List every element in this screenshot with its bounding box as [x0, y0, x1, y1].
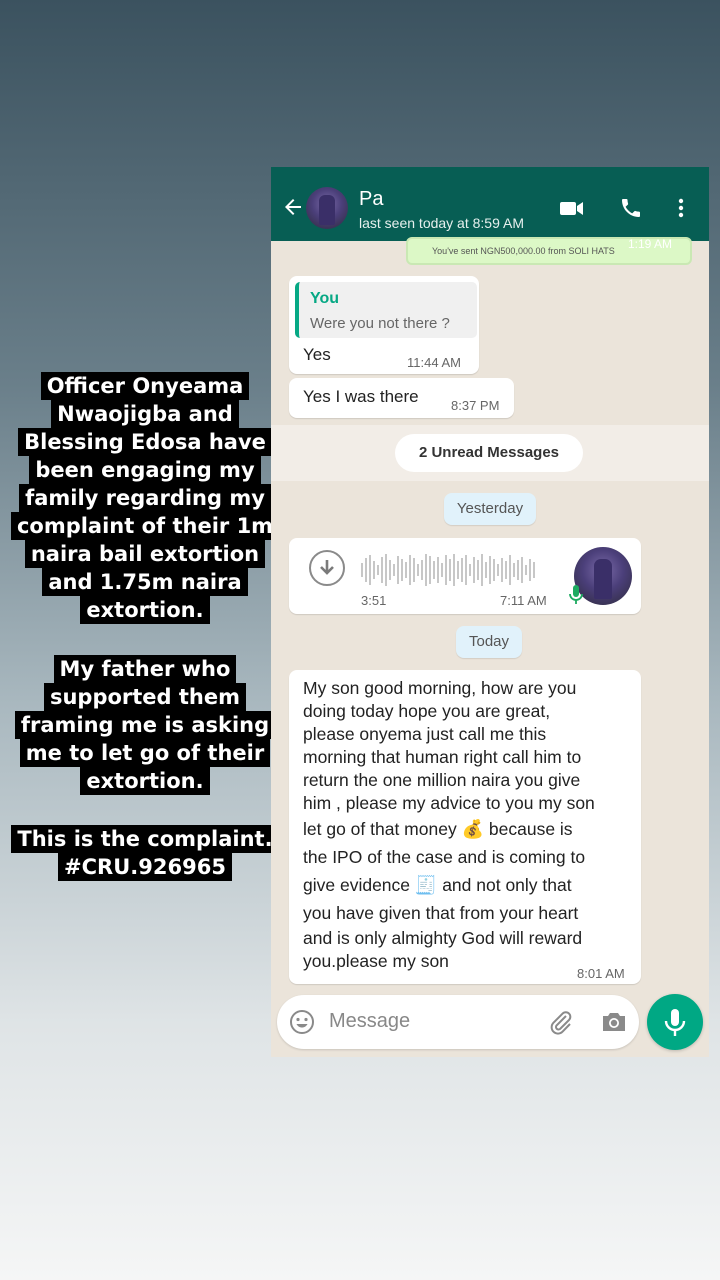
caption-line: Blessing Edosa have	[0, 428, 290, 456]
message-line: return the one million naira you give	[303, 770, 581, 790]
quote-author: You	[310, 290, 340, 307]
mic-icon	[664, 1009, 686, 1036]
caption-line: extortion.	[0, 767, 290, 795]
caption-line: and 1.75m naira	[0, 568, 290, 596]
outgoing-message-partial[interactable]: You've sent NGN500,000.00 from SOLI HATS…	[406, 237, 692, 265]
message-line: and is only almighty God will reward	[303, 928, 583, 948]
caption-line: supported them	[0, 683, 290, 711]
message-line: doing today hope you are great,	[303, 701, 551, 721]
message-line: please onyema just call me this	[303, 724, 547, 744]
message-line: let go of that money 💰 because is	[303, 819, 573, 839]
message-text: Yes	[303, 345, 331, 364]
incoming-long-message[interactable]: My son good morning, how are you doing t…	[289, 670, 641, 984]
more-options-icon[interactable]	[671, 196, 691, 220]
quoted-message[interactable]: You Were you not there ?	[295, 282, 477, 338]
back-arrow-icon[interactable]	[281, 195, 305, 219]
voice-duration: 3:51	[361, 593, 387, 608]
chat-area: You've sent NGN500,000.00 from SOLI HATS…	[271, 237, 709, 1057]
message-time: 11:44 AM	[407, 355, 461, 370]
status-bar	[271, 167, 709, 175]
caption-line: family regarding my	[0, 484, 290, 512]
voice-record-button[interactable]	[647, 994, 703, 1050]
caption-line: framing me is asking	[0, 711, 290, 739]
download-icon[interactable]	[309, 550, 345, 586]
emoji-icon[interactable]	[289, 1009, 315, 1035]
message-line: him , please my advice to you my son	[303, 793, 595, 813]
caption-line: extortion.	[0, 596, 290, 624]
date-separator: Yesterday	[444, 493, 536, 525]
message-line: morning that human right call him to	[303, 747, 582, 767]
message-line: you have given that from your heart	[303, 903, 579, 923]
message-time: 8:01 AM	[577, 966, 625, 981]
message-time: 1:19 AM	[628, 237, 673, 251]
caption-line: #CRU.926965	[0, 853, 290, 881]
video-call-icon[interactable]	[559, 196, 585, 220]
phone-icon[interactable]	[619, 196, 645, 220]
message-text: You've sent NGN500,000.00 from SOLI HATS	[432, 246, 615, 256]
unread-messages-badge: 2 Unread Messages	[395, 434, 583, 472]
message-time: 7:11 AM	[500, 593, 547, 608]
message-text: Yes I was there	[303, 387, 419, 406]
mic-icon	[568, 584, 584, 606]
contact-avatar[interactable]	[306, 187, 348, 229]
last-seen-status: last seen today at 8:59 AM	[359, 215, 524, 231]
caption-block-1: Officer Onyeama Nwaojigba and Blessing E…	[0, 372, 290, 624]
message-line: My son good morning, how are you	[303, 678, 577, 698]
caption-line: naira bail extortion	[0, 540, 290, 568]
caption-line: complaint of their 1m	[0, 512, 290, 540]
caption-line: This is the complaint.	[0, 825, 290, 853]
receipt-emoji: 🧾	[414, 875, 438, 895]
caption-block-3: This is the complaint. #CRU.926965	[0, 825, 290, 881]
contact-name[interactable]: Pa	[359, 188, 383, 211]
date-separator: Today	[456, 626, 522, 658]
caption-line: Officer Onyeama	[0, 372, 290, 400]
message-time: 8:37 PM	[451, 398, 500, 413]
caption-line: Nwaojigba and	[0, 400, 290, 428]
message-line: the IPO of the case and is coming to	[303, 847, 586, 867]
voice-message[interactable]: 3:51 7:11 AM	[289, 538, 641, 614]
caption-block-2: My father who supported them framing me …	[0, 655, 290, 795]
quote-text: Were you not there ?	[310, 315, 450, 332]
incoming-reply-message[interactable]: You Were you not there ? Yes 11:44 AM	[289, 276, 479, 374]
caption-line: me to let go of their	[0, 739, 290, 767]
chat-header: Pa last seen today at 8:59 AM	[271, 175, 709, 241]
camera-icon[interactable]	[600, 1009, 628, 1035]
attach-icon[interactable]	[547, 1008, 575, 1036]
incoming-message[interactable]: Yes I was there 8:37 PM	[289, 378, 514, 418]
chat-screenshot: Pa last seen today at 8:59 AM You've sen…	[271, 167, 709, 1057]
caption-line: My father who	[0, 655, 290, 683]
caption-line: been engaging my	[0, 456, 290, 484]
message-composer[interactable]: Message	[277, 995, 639, 1049]
voice-waveform[interactable]	[361, 554, 551, 588]
message-body: My son good morning, how are you doing t…	[303, 677, 633, 973]
message-input[interactable]: Message	[329, 1010, 410, 1033]
money-bag-emoji: 💰	[461, 819, 485, 839]
message-line: give evidence 🧾 and not only that	[303, 875, 572, 895]
